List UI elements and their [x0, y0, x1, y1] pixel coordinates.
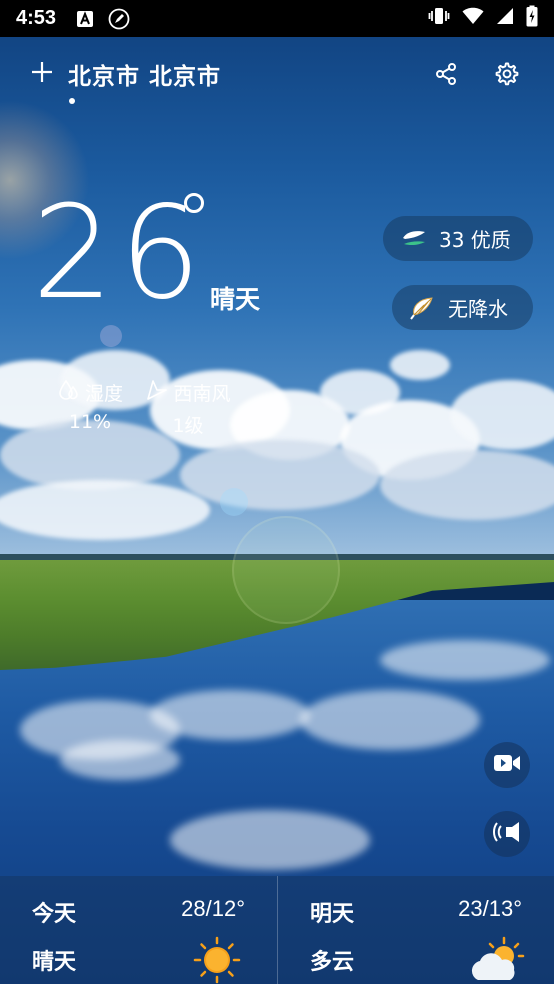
- air-quality-pill[interactable]: 33 优质: [383, 216, 533, 261]
- cloud-reflection: [60, 740, 180, 780]
- lens-flare: [220, 488, 248, 516]
- forecast-temp-range: 23/13°: [458, 896, 522, 921]
- forecast-day: 明天: [310, 902, 355, 927]
- video-button[interactable]: [484, 742, 530, 788]
- lens-flare: [100, 325, 122, 347]
- cloud: [0, 480, 210, 540]
- forecast-condition: 多云: [310, 950, 355, 975]
- wind-label: 西南风: [173, 383, 231, 405]
- status-time: 4:53: [16, 7, 57, 29]
- water-drop-icon: [57, 378, 81, 407]
- precipitation-pill[interactable]: 无降水: [392, 285, 533, 330]
- background-scene: [0, 0, 554, 984]
- lens-flare: [232, 516, 340, 624]
- share-icon[interactable]: [434, 62, 458, 90]
- page-indicator-dot: [69, 98, 75, 104]
- battery-charging-icon: [526, 5, 538, 32]
- temperature-value: 26: [32, 179, 207, 328]
- location-title[interactable]: 北京市 北京市: [68, 57, 221, 91]
- wind-direction-icon: [145, 378, 169, 407]
- forecast-condition: 晴天: [32, 950, 77, 975]
- status-bar: 4:53: [0, 0, 554, 37]
- wind-value: 1级: [172, 415, 204, 437]
- signal-icon: [496, 7, 514, 30]
- umbrella-icon: [410, 295, 436, 321]
- air-quality-label: 33 优质: [439, 228, 511, 252]
- cloud: [180, 440, 380, 510]
- cloud-reflection: [380, 640, 550, 680]
- forecast-day: 今天: [32, 902, 77, 927]
- cloud: [390, 350, 450, 380]
- wifi-icon: [462, 7, 484, 30]
- leaf-icon: [401, 229, 427, 249]
- degree-icon: [184, 193, 204, 213]
- cloud-reflection: [170, 810, 370, 870]
- a-notification-icon: [76, 10, 94, 28]
- humidity-label: 湿度: [84, 383, 123, 405]
- wind-metric: 西南风 1级: [138, 378, 238, 438]
- forecast-today[interactable]: 今天 28/12° 晴天: [0, 876, 277, 984]
- current-condition: 晴天: [210, 285, 261, 314]
- cloud-reflection: [300, 690, 480, 750]
- audio-button[interactable]: [484, 811, 530, 857]
- sun-icon: [192, 936, 242, 984]
- precipitation-label: 无降水: [448, 297, 508, 321]
- forecast-bar: 今天 28/12° 晴天 明天 23/13° 多云: [0, 876, 554, 984]
- partly-cloudy-icon: [468, 936, 528, 984]
- gear-icon[interactable]: [494, 61, 520, 91]
- video-icon: [493, 752, 521, 778]
- humidity-value: 11%: [68, 411, 112, 433]
- vibrate-icon: [428, 6, 450, 31]
- cloud-reflection: [150, 690, 310, 740]
- forecast-tomorrow[interactable]: 明天 23/13° 多云: [277, 876, 554, 984]
- humidity-metric: 湿度 11%: [40, 378, 140, 433]
- rocket-icon: [108, 8, 130, 30]
- plus-icon[interactable]: [30, 60, 54, 84]
- speaker-icon: [492, 819, 522, 849]
- forecast-temp-range: 28/12°: [181, 896, 245, 921]
- current-temperature: 26: [32, 190, 207, 318]
- header: 北京市 北京市: [0, 52, 554, 104]
